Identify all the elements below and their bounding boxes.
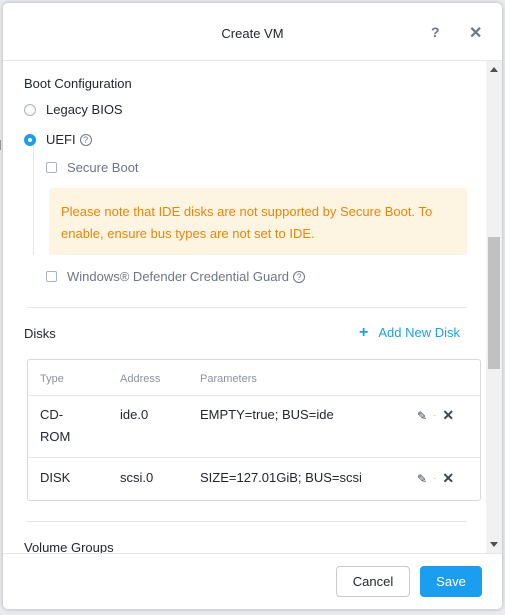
disk-type-line: CD- xyxy=(40,407,64,422)
legacy-bios-radio[interactable] xyxy=(24,103,36,116)
separator-dot: · xyxy=(433,410,437,421)
disk-row-actions: ✎ · ✕ xyxy=(417,470,454,487)
disks-table: Type Address Parameters CD- ROM ide.0 EM… xyxy=(27,359,481,501)
disk-row-actions: ✎ · ✕ xyxy=(417,407,454,424)
secure-boot-option[interactable]: Secure Boot xyxy=(46,160,139,175)
section-divider xyxy=(27,521,467,522)
column-header-address: Address xyxy=(120,373,161,385)
scroll-up-arrow-icon[interactable] xyxy=(490,67,498,72)
disk-parameters: SIZE=127.01GiB; BUS=scsi xyxy=(200,470,362,485)
credential-guard-checkbox[interactable] xyxy=(46,271,57,282)
disk-type-line: ROM xyxy=(40,429,71,444)
disks-title: Disks xyxy=(24,326,56,341)
dialog-body[interactable]: Boot Configuration Legacy BIOS UEFI ? Se… xyxy=(3,61,485,553)
save-button[interactable]: Save xyxy=(420,566,482,597)
uefi-option[interactable]: UEFI ? xyxy=(24,132,92,147)
uefi-radio[interactable] xyxy=(24,133,36,146)
uefi-help-icon[interactable]: ? xyxy=(79,133,92,146)
indent-guide xyxy=(33,145,34,255)
credential-guard-help-icon[interactable]: ? xyxy=(293,270,306,283)
cancel-button[interactable]: Cancel xyxy=(336,566,410,597)
edit-pencil-icon[interactable]: ✎ xyxy=(417,472,427,486)
body-scrollbar[interactable] xyxy=(486,61,502,553)
row-divider xyxy=(28,457,480,458)
create-vm-dialog: Create VM ? ✕ Boot Configuration Legacy … xyxy=(3,3,502,609)
dialog-header: Create VM ? ✕ xyxy=(3,3,502,61)
legacy-bios-option[interactable]: Legacy BIOS xyxy=(24,102,123,117)
disk-type: DISK xyxy=(40,467,70,489)
plus-icon: + xyxy=(359,323,369,341)
dialog-title: Create VM xyxy=(221,26,284,41)
delete-x-icon[interactable]: ✕ xyxy=(442,407,454,424)
scroll-down-arrow-icon[interactable] xyxy=(490,542,498,547)
credential-guard-label: Windows® Defender Credential Guard xyxy=(67,269,290,284)
disk-address: scsi.0 xyxy=(120,470,154,485)
dialog-footer: Cancel Save xyxy=(3,553,502,609)
section-divider xyxy=(27,307,467,308)
disk-parameters: EMPTY=true; BUS=ide xyxy=(200,407,334,422)
delete-x-icon[interactable]: ✕ xyxy=(442,470,454,487)
add-new-disk-button[interactable]: + Add New Disk xyxy=(359,323,460,341)
separator-dot: · xyxy=(433,473,437,484)
column-header-type: Type xyxy=(40,373,64,385)
volume-groups-title: Volume Groups xyxy=(24,540,114,553)
disk-type-line: DISK xyxy=(40,470,71,485)
secure-boot-warning: Please note that IDE disks are not suppo… xyxy=(49,188,467,255)
secure-boot-label: Secure Boot xyxy=(67,160,139,175)
add-new-disk-label: Add New Disk xyxy=(378,325,460,340)
help-icon[interactable]: ? xyxy=(431,24,440,40)
disk-type: CD- ROM xyxy=(40,404,70,448)
legacy-bios-label: Legacy BIOS xyxy=(46,102,123,117)
credential-guard-option[interactable]: Windows® Defender Credential Guard ? xyxy=(46,269,306,284)
uefi-label: UEFI xyxy=(46,132,76,147)
boot-configuration-title: Boot Configuration xyxy=(24,76,132,91)
scrollbar-thumb[interactable] xyxy=(488,237,500,369)
edit-pencil-icon[interactable]: ✎ xyxy=(417,409,427,423)
disk-address: ide.0 xyxy=(120,407,149,422)
column-header-parameters: Parameters xyxy=(200,373,257,385)
close-icon[interactable]: ✕ xyxy=(469,23,482,43)
row-divider xyxy=(28,395,480,396)
secure-boot-checkbox[interactable] xyxy=(46,162,57,173)
